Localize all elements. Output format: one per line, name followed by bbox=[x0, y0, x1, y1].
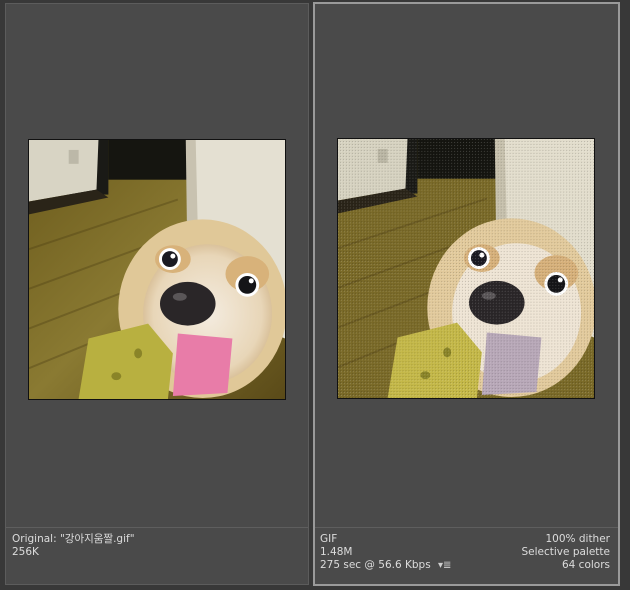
optimized-info-panel: GIF 100% dither 1.48M Selective palette … bbox=[315, 527, 618, 584]
palette-type: Selective palette bbox=[521, 546, 611, 558]
optimized-preview-area[interactable] bbox=[315, 4, 618, 527]
original-filesize: 256K bbox=[12, 546, 39, 558]
optimized-image bbox=[337, 138, 595, 399]
output-filesize: 1.48M bbox=[320, 546, 353, 558]
speed-menu-icon[interactable]: ▾≣ bbox=[438, 559, 451, 572]
output-format: GIF bbox=[320, 533, 338, 545]
original-filename: Original: "강아지움짤.gif" bbox=[12, 533, 135, 545]
optimized-pane[interactable]: GIF 100% dither 1.48M Selective palette … bbox=[313, 2, 620, 586]
dog-photo bbox=[338, 139, 594, 398]
dither-amount: 100% dither bbox=[545, 533, 611, 545]
save-for-web-preview: Original: "강아지움짤.gif" 256K GIF 100% dith… bbox=[0, 0, 630, 590]
color-count: 64 colors bbox=[561, 559, 610, 571]
original-info-panel: Original: "강아지움짤.gif" 256K bbox=[6, 527, 308, 584]
original-preview-area[interactable] bbox=[6, 4, 308, 528]
download-time: 275 sec @ 56.6 Kbps bbox=[320, 559, 431, 571]
original-pane[interactable]: Original: "강아지움짤.gif" 256K bbox=[5, 3, 309, 585]
dog-photo bbox=[29, 140, 285, 399]
original-image bbox=[28, 139, 286, 400]
